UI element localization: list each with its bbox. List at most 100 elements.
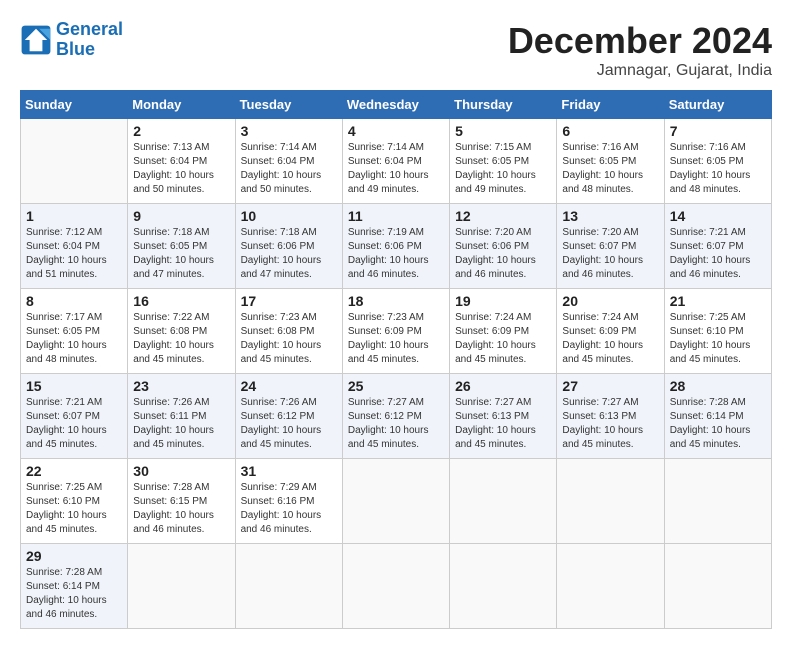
day-info: Sunrise: 7:12 AMSunset: 6:04 PMDaylight:… [26,226,122,282]
calendar-cell [664,459,771,544]
calendar-cell: 9Sunrise: 7:18 AMSunset: 6:05 PMDaylight… [128,204,235,289]
calendar-cell [450,544,557,629]
day-number: 12 [455,208,551,224]
day-info: Sunrise: 7:27 AMSunset: 6:12 PMDaylight:… [348,396,444,452]
calendar-cell: 5Sunrise: 7:15 AMSunset: 6:05 PMDaylight… [450,119,557,204]
day-info: Sunrise: 7:13 AMSunset: 6:04 PMDaylight:… [133,141,229,197]
calendar-cell: 23Sunrise: 7:26 AMSunset: 6:11 PMDayligh… [128,374,235,459]
header-saturday: Saturday [664,91,771,119]
calendar-cell: 22Sunrise: 7:25 AMSunset: 6:10 PMDayligh… [21,459,128,544]
day-info: Sunrise: 7:28 AMSunset: 6:14 PMDaylight:… [26,566,122,622]
calendar-cell [21,119,128,204]
day-info: Sunrise: 7:17 AMSunset: 6:05 PMDaylight:… [26,311,122,367]
day-number: 29 [26,548,122,564]
calendar-week-row: 2 Sunrise: 7:13 AMSunset: 6:04 PMDaylight… [21,119,772,204]
day-info: Sunrise: 7:25 AMSunset: 6:10 PMDaylight:… [670,311,766,367]
calendar-cell: 21Sunrise: 7:25 AMSunset: 6:10 PMDayligh… [664,289,771,374]
calendar-header-row: Sunday Monday Tuesday Wednesday Thursday… [21,91,772,119]
day-number: 7 [670,123,766,139]
calendar-cell: 2 Sunrise: 7:13 AMSunset: 6:04 PMDaylight… [128,119,235,204]
day-number: 4 [348,123,444,139]
day-number: 2 [133,123,229,139]
calendar-cell [128,544,235,629]
calendar-cell: 10 Sunrise: 7:18 AMSunset: 6:06 PMDayligh… [235,204,342,289]
day-info: Sunrise: 7:21 AMSunset: 6:07 PMDaylight:… [26,396,122,452]
day-info: Sunrise: 7:23 AMSunset: 6:08 PMDaylight:… [241,311,337,367]
header-friday: Friday [557,91,664,119]
calendar-cell [342,459,449,544]
day-info: Sunrise: 7:19 AMSunset: 6:06 PMDaylight:… [348,226,444,282]
day-number: 30 [133,463,229,479]
calendar-cell: 1 Sunrise: 7:12 AMSunset: 6:04 PMDaylight… [21,204,128,289]
day-info: Sunrise: 7:16 AMSunset: 6:05 PMDaylight:… [562,141,658,197]
day-info: Sunrise: 7:26 AMSunset: 6:12 PMDaylight:… [241,396,337,452]
calendar-table: Sunday Monday Tuesday Wednesday Thursday… [20,90,772,629]
page-header: General Blue December 2024 Jamnagar, Guj… [20,20,772,80]
calendar-cell: 17 Sunrise: 7:23 AMSunset: 6:08 PMDayligh… [235,289,342,374]
day-info: Sunrise: 7:20 AMSunset: 6:06 PMDaylight:… [455,226,551,282]
day-number: 5 [455,123,551,139]
day-info: Sunrise: 7:18 AMSunset: 6:05 PMDaylight:… [133,226,229,282]
calendar-cell: 3Sunrise: 7:14 AMSunset: 6:04 PMDaylight… [235,119,342,204]
calendar-cell: 18 Sunrise: 7:23 AMSunset: 6:09 PMDayligh… [342,289,449,374]
calendar-week-row: 15Sunrise: 7:21 AMSunset: 6:07 PMDayligh… [21,374,772,459]
header-thursday: Thursday [450,91,557,119]
calendar-cell: 28Sunrise: 7:28 AMSunset: 6:14 PMDayligh… [664,374,771,459]
logo: General Blue [20,20,123,60]
calendar-week-row: 8 Sunrise: 7:17 AMSunset: 6:05 PMDaylight… [21,289,772,374]
calendar-cell: 8 Sunrise: 7:17 AMSunset: 6:05 PMDaylight… [21,289,128,374]
day-info: Sunrise: 7:23 AMSunset: 6:09 PMDaylight:… [348,311,444,367]
calendar-cell: 4Sunrise: 7:14 AMSunset: 6:04 PMDaylight… [342,119,449,204]
day-number: 23 [133,378,229,394]
calendar-cell: 27Sunrise: 7:27 AMSunset: 6:13 PMDayligh… [557,374,664,459]
day-number: 10 [241,208,337,224]
calendar-cell: 16 Sunrise: 7:22 AMSunset: 6:08 PMDayligh… [128,289,235,374]
calendar-cell: 20Sunrise: 7:24 AMSunset: 6:09 PMDayligh… [557,289,664,374]
day-info: Sunrise: 7:21 AMSunset: 6:07 PMDaylight:… [670,226,766,282]
day-number: 22 [26,463,122,479]
day-info: Sunrise: 7:16 AMSunset: 6:05 PMDaylight:… [670,141,766,197]
header-sunday: Sunday [21,91,128,119]
day-number: 14 [670,208,766,224]
day-number: 6 [562,123,658,139]
day-info: Sunrise: 7:20 AMSunset: 6:07 PMDaylight:… [562,226,658,282]
title-block: December 2024 Jamnagar, Gujarat, India [508,20,772,80]
calendar-cell [235,544,342,629]
calendar-cell: 14 Sunrise: 7:21 AMSunset: 6:07 PMDayligh… [664,204,771,289]
day-info: Sunrise: 7:29 AMSunset: 6:16 PMDaylight:… [241,481,337,537]
day-info: Sunrise: 7:14 AMSunset: 6:04 PMDaylight:… [241,141,337,197]
day-number: 24 [241,378,337,394]
day-info: Sunrise: 7:18 AMSunset: 6:06 PMDaylight:… [241,226,337,282]
day-number: 17 [241,293,337,309]
day-number: 25 [348,378,444,394]
calendar-cell [450,459,557,544]
calendar-cell: 11Sunrise: 7:19 AMSunset: 6:06 PMDayligh… [342,204,449,289]
calendar-cell [342,544,449,629]
calendar-cell: 30Sunrise: 7:28 AMSunset: 6:15 PMDayligh… [128,459,235,544]
day-number: 18 [348,293,444,309]
day-number: 16 [133,293,229,309]
day-number: 20 [562,293,658,309]
calendar-cell: 26Sunrise: 7:27 AMSunset: 6:13 PMDayligh… [450,374,557,459]
calendar-cell: 12 Sunrise: 7:20 AMSunset: 6:06 PMDayligh… [450,204,557,289]
month-title: December 2024 [508,20,772,62]
day-number: 8 [26,293,122,309]
calendar-cell: 24 Sunrise: 7:26 AMSunset: 6:12 PMDayligh… [235,374,342,459]
day-number: 13 [562,208,658,224]
day-info: Sunrise: 7:28 AMSunset: 6:14 PMDaylight:… [670,396,766,452]
calendar-cell [557,544,664,629]
calendar-cell: 6 Sunrise: 7:16 AMSunset: 6:05 PMDaylight… [557,119,664,204]
day-info: Sunrise: 7:22 AMSunset: 6:08 PMDaylight:… [133,311,229,367]
calendar-cell [557,459,664,544]
calendar-cell: 29 Sunrise: 7:28 AMSunset: 6:14 PMDayligh… [21,544,128,629]
calendar-cell: 7 Sunrise: 7:16 AMSunset: 6:05 PMDaylight… [664,119,771,204]
logo-icon [20,24,52,56]
calendar-week-row: 22Sunrise: 7:25 AMSunset: 6:10 PMDayligh… [21,459,772,544]
calendar-cell: 13 Sunrise: 7:20 AMSunset: 6:07 PMDayligh… [557,204,664,289]
calendar-cell: 25 Sunrise: 7:27 AMSunset: 6:12 PMDayligh… [342,374,449,459]
calendar-week-row: 29 Sunrise: 7:28 AMSunset: 6:14 PMDayligh… [21,544,772,629]
day-number: 1 [26,208,122,224]
header-monday: Monday [128,91,235,119]
day-number: 27 [562,378,658,394]
logo-text: General Blue [56,20,123,60]
